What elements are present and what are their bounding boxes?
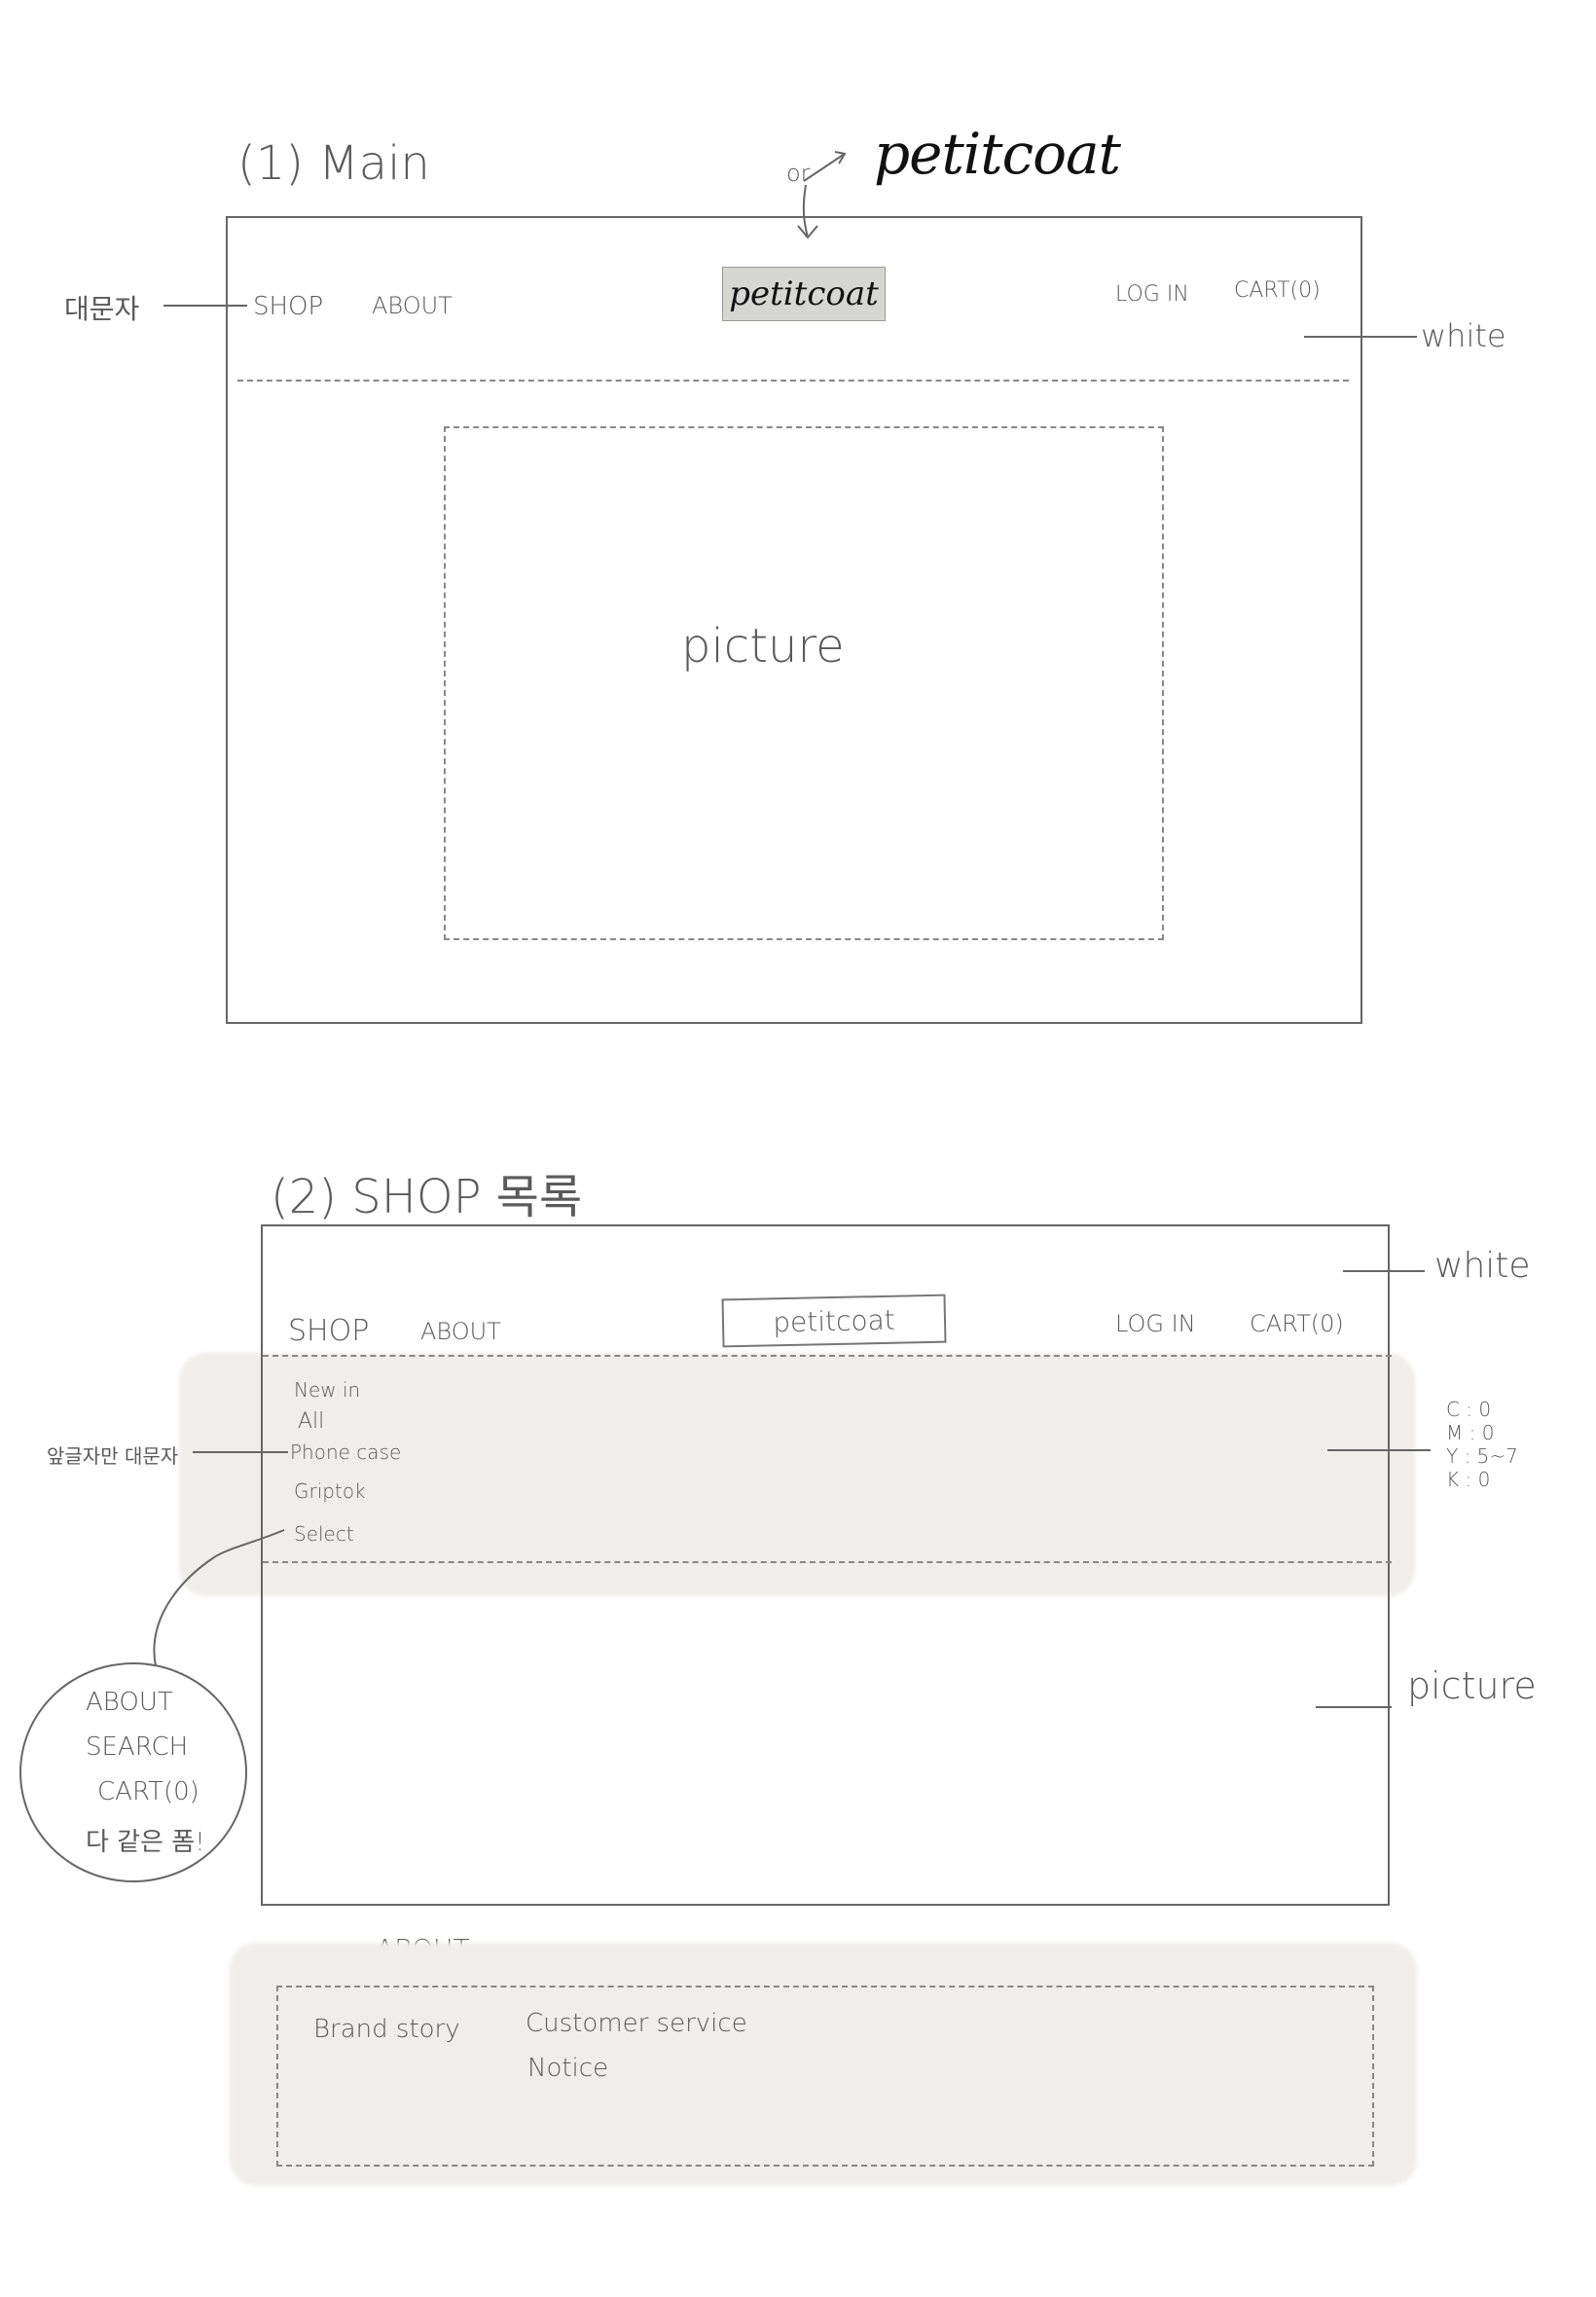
pointer-arrow-up bbox=[803, 151, 847, 182]
circle-connector bbox=[153, 1529, 285, 1667]
annotation-connectors bbox=[153, 151, 1431, 1708]
pointer-arrow-down bbox=[797, 184, 818, 239]
